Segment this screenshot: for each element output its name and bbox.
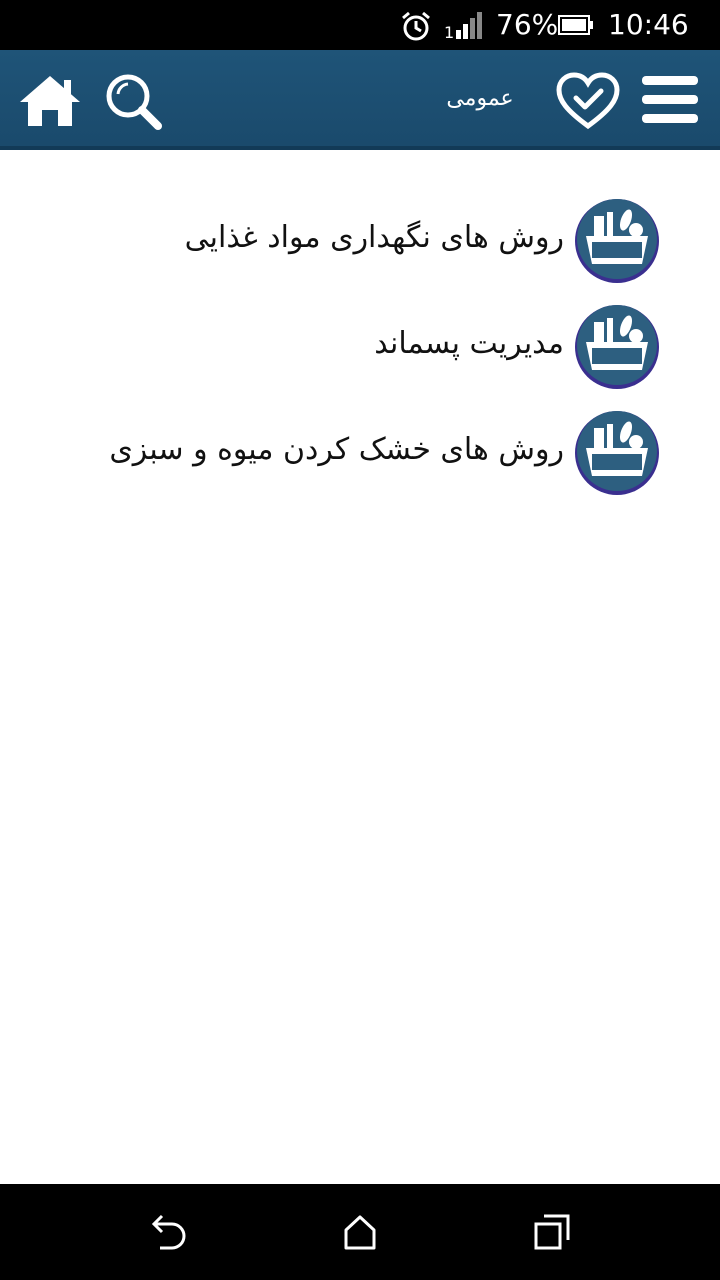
list-item[interactable]: روش های خشک کردن میوه و سبزی xyxy=(0,402,720,508)
clock-time: 10:46 xyxy=(608,8,689,41)
list-item-label: مدیریت پسماند xyxy=(374,326,564,361)
topic-list: روش های نگهداری مواد غذایی مدیریت پسماند xyxy=(0,190,720,508)
battery-percent: 76% xyxy=(496,8,559,41)
home-icon[interactable] xyxy=(18,74,82,128)
list-item[interactable]: مدیریت پسماند xyxy=(0,296,720,402)
status-bar: 1 76% 10:46 AM xyxy=(0,0,720,72)
screen: 1 76% 10:46 AM عمومی xyxy=(0,0,720,1280)
home-outline-icon[interactable] xyxy=(340,1212,380,1252)
search-icon[interactable] xyxy=(104,72,162,130)
list-item-label: روش های نگهداری مواد غذایی xyxy=(184,220,564,255)
alarm-icon xyxy=(402,11,430,41)
signal-icon: 1 xyxy=(444,12,482,40)
list-item[interactable]: روش های نگهداری مواد غذایی xyxy=(0,190,720,296)
app-bar: عمومی xyxy=(0,50,720,150)
menu-icon[interactable] xyxy=(640,74,700,126)
page-title: عمومی xyxy=(446,86,514,111)
list-item-label: روش های خشک کردن میوه و سبزی xyxy=(109,432,564,467)
food-basket-icon xyxy=(575,199,659,283)
food-basket-icon xyxy=(575,305,659,389)
back-icon[interactable] xyxy=(148,1212,188,1252)
system-nav-bar xyxy=(0,1184,720,1280)
recent-apps-icon[interactable] xyxy=(532,1212,572,1252)
heart-check-icon[interactable] xyxy=(556,72,620,130)
food-basket-icon xyxy=(575,411,659,495)
battery-icon xyxy=(558,15,593,35)
svg-text:1: 1 xyxy=(444,23,454,40)
